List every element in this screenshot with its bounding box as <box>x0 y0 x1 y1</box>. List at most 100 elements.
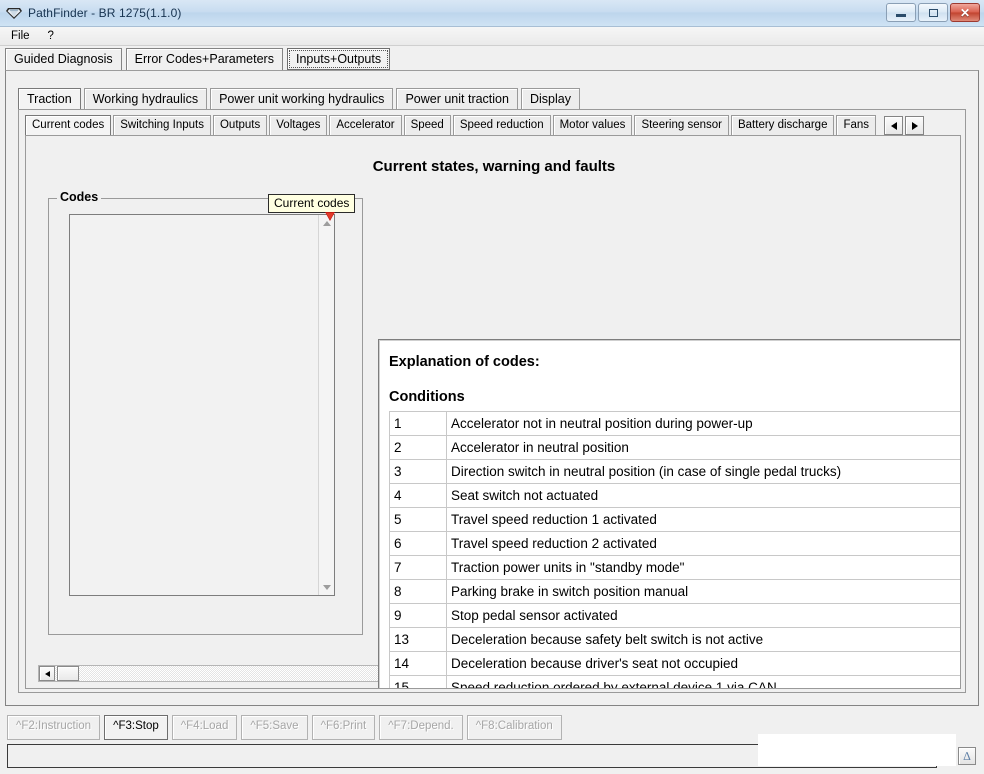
page-title: Current states, warning and faults <box>26 158 961 175</box>
table-row: 14Deceleration because driver's seat not… <box>390 652 962 676</box>
tab-traction[interactable]: Traction <box>18 88 81 109</box>
condition-description: Accelerator not in neutral position duri… <box>447 412 962 436</box>
condition-description: Deceleration because driver's seat not o… <box>447 652 962 676</box>
fkey-f2-instruction[interactable]: ^F2:Instruction <box>7 715 100 740</box>
window-controls: ✕ <box>886 3 980 22</box>
secondary-tab-bar: Traction Working hydraulics Power unit w… <box>18 88 580 109</box>
status-overlay-right <box>938 734 956 766</box>
chevron-left-icon <box>891 122 897 130</box>
function-key-bar: ^F2:Instruction ^F3:Stop ^F4:Load ^F5:Sa… <box>7 715 562 740</box>
condition-code: 3 <box>390 460 447 484</box>
codes-list[interactable] <box>69 214 335 596</box>
explanation-title: Explanation of codes: <box>389 354 961 370</box>
resize-grip-button[interactable]: ∆ <box>958 747 976 765</box>
table-row: 8Parking brake in switch position manual <box>390 580 962 604</box>
maximize-button[interactable] <box>918 3 948 22</box>
condition-code: 14 <box>390 652 447 676</box>
table-row: 1Accelerator not in neutral position dur… <box>390 412 962 436</box>
tab-scroll-right-button[interactable] <box>905 116 924 135</box>
tertiary-tab-bar: Current codes Switching Inputs Outputs V… <box>25 115 961 135</box>
table-row: 2Accelerator in neutral position <box>390 436 962 460</box>
codes-group-label: Codes <box>57 190 101 204</box>
triangle-left-icon <box>45 671 50 677</box>
menu-item-file[interactable]: File <box>4 29 37 43</box>
tab-battery-discharge[interactable]: Battery discharge <box>731 115 835 135</box>
diamond-icon <box>5 5 23 21</box>
explanation-panel: Explanation of codes: Conditions 1Accele… <box>378 339 961 689</box>
tab-speed-reduction[interactable]: Speed reduction <box>453 115 551 135</box>
condition-description: Direction switch in neutral position (in… <box>447 460 962 484</box>
conditions-table: 1Accelerator not in neutral position dur… <box>389 411 961 689</box>
triangle-up-icon <box>323 221 331 226</box>
triangle-glyph-icon: ∆ <box>963 750 970 762</box>
hscroll-left-button[interactable] <box>39 666 55 681</box>
table-row: 5Travel speed reduction 1 activated <box>390 508 962 532</box>
tab-display[interactable]: Display <box>521 88 580 109</box>
condition-code: 2 <box>390 436 447 460</box>
status-overlay-region <box>758 734 938 766</box>
tab-scroll-controls <box>884 116 924 135</box>
condition-code: 13 <box>390 628 447 652</box>
tab-motor-values[interactable]: Motor values <box>553 115 633 135</box>
hscroll-thumb[interactable] <box>57 666 79 681</box>
condition-code: 15 <box>390 676 447 690</box>
condition-code: 1 <box>390 412 447 436</box>
tab-speed[interactable]: Speed <box>404 115 451 135</box>
table-row: 13Deceleration because safety belt switc… <box>390 628 962 652</box>
fkey-f4-load[interactable]: ^F4:Load <box>172 715 238 740</box>
tab-accelerator[interactable]: Accelerator <box>329 115 401 135</box>
tab-scroll-left-button[interactable] <box>884 116 903 135</box>
tab-fans[interactable]: Fans <box>836 115 876 135</box>
tab-power-unit-working-hydraulics[interactable]: Power unit working hydraulics <box>210 88 393 109</box>
fkey-f7-depend[interactable]: ^F7:Depend. <box>379 715 463 740</box>
menu-item-help[interactable]: ? <box>41 29 61 43</box>
tooltip: Current codes <box>268 194 355 213</box>
table-row: 6Travel speed reduction 2 activated <box>390 532 962 556</box>
tab-guided-diagnosis[interactable]: Guided Diagnosis <box>5 48 122 70</box>
fkey-f3-stop[interactable]: ^F3:Stop <box>104 715 168 740</box>
secondary-tab-panel: Current codes Switching Inputs Outputs V… <box>18 109 966 693</box>
tab-switching-inputs[interactable]: Switching Inputs <box>113 115 211 135</box>
window-title: PathFinder - BR 1275(1.1.0) <box>28 6 181 20</box>
condition-description: Traction power units in "standby mode" <box>447 556 962 580</box>
tab-current-codes[interactable]: Current codes <box>25 115 111 135</box>
tab-error-codes-parameters[interactable]: Error Codes+Parameters <box>126 48 283 70</box>
table-row: 9Stop pedal sensor activated <box>390 604 962 628</box>
fkey-f6-print[interactable]: ^F6:Print <box>312 715 376 740</box>
condition-description: Accelerator in neutral position <box>447 436 962 460</box>
condition-description: Speed reduction ordered by external devi… <box>447 676 962 690</box>
tab-working-hydraulics[interactable]: Working hydraulics <box>84 88 207 109</box>
tab-inputs-outputs[interactable]: Inputs+Outputs <box>287 48 390 70</box>
application-window: PathFinder - BR 1275(1.1.0) ✕ File ? Gui… <box>0 0 984 774</box>
tab-voltages[interactable]: Voltages <box>269 115 327 135</box>
condition-code: 9 <box>390 604 447 628</box>
table-row: 15Speed reduction ordered by external de… <box>390 676 962 690</box>
scroll-down-button[interactable] <box>319 579 335 595</box>
close-icon: ✕ <box>960 7 970 19</box>
conditions-title: Conditions <box>389 389 961 405</box>
tab-outputs[interactable]: Outputs <box>213 115 267 135</box>
codes-list-vertical-scrollbar[interactable] <box>318 215 334 595</box>
condition-code: 5 <box>390 508 447 532</box>
minimize-button[interactable] <box>886 3 916 22</box>
tertiary-tab-panel: Current states, warning and faults Codes… <box>25 135 961 689</box>
minimize-icon <box>896 14 906 17</box>
tab-power-unit-traction[interactable]: Power unit traction <box>396 88 518 109</box>
condition-code: 7 <box>390 556 447 580</box>
close-button[interactable]: ✕ <box>950 3 980 22</box>
fkey-f8-calibration[interactable]: ^F8:Calibration <box>467 715 562 740</box>
condition-code: 6 <box>390 532 447 556</box>
codes-group-box: Codes <box>48 198 363 635</box>
condition-description: Seat switch not actuated <box>447 484 962 508</box>
table-row: 3Direction switch in neutral position (i… <box>390 460 962 484</box>
cursor-marker-icon <box>325 208 335 217</box>
condition-code: 8 <box>390 580 447 604</box>
triangle-down-icon <box>323 585 331 590</box>
fkey-f5-save[interactable]: ^F5:Save <box>241 715 307 740</box>
primary-tab-panel: Traction Working hydraulics Power unit w… <box>5 70 979 706</box>
tab-steering-sensor[interactable]: Steering sensor <box>634 115 729 135</box>
condition-description: Parking brake in switch position manual <box>447 580 962 604</box>
menu-bar: File ? <box>0 27 984 46</box>
title-bar: PathFinder - BR 1275(1.1.0) ✕ <box>0 0 984 27</box>
condition-description: Deceleration because safety belt switch … <box>447 628 962 652</box>
